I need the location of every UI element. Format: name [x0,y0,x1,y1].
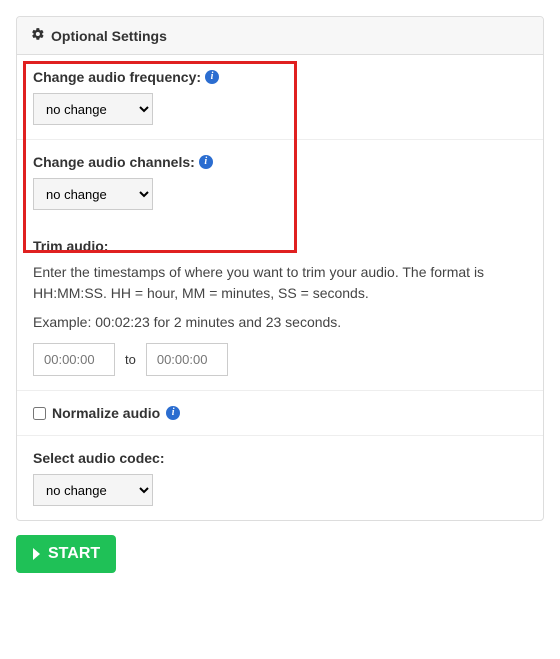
chevron-right-icon [32,547,42,561]
codec-select[interactable]: no change [33,474,153,506]
change-channels-label: Change audio channels: i [33,154,527,170]
trim-to-label: to [125,352,136,367]
panel-title: Optional Settings [51,28,167,44]
trim-example: Example: 00:02:23 for 2 minutes and 23 s… [33,312,527,333]
start-button[interactable]: START [16,535,116,573]
info-icon[interactable]: i [199,155,213,169]
highlighted-region: Change audio frequency: i no change Chan… [17,55,543,224]
codec-section: Select audio codec: no change [17,436,543,520]
panel-header: Optional Settings [17,17,543,55]
normalize-row[interactable]: Normalize audio i [33,405,527,421]
change-frequency-select[interactable]: no change [33,93,153,125]
change-channels-select[interactable]: no change [33,178,153,210]
gear-icon [31,27,45,44]
change-frequency-label: Change audio frequency: i [33,69,527,85]
info-icon[interactable]: i [166,406,180,420]
trim-description: Enter the timestamps of where you want t… [33,262,527,304]
normalize-label: Normalize audio [52,405,160,421]
trim-audio-section: Trim audio: Enter the timestamps of wher… [17,224,543,391]
change-channels-section: Change audio channels: i no change [17,140,543,224]
change-frequency-section: Change audio frequency: i no change [17,55,543,140]
normalize-section: Normalize audio i [17,391,543,436]
normalize-checkbox[interactable] [33,407,46,420]
trim-start-input[interactable] [33,343,115,376]
start-button-label: START [48,545,100,563]
optional-settings-panel: Optional Settings Change audio frequency… [16,16,544,521]
codec-label: Select audio codec: [33,450,527,466]
trim-end-input[interactable] [146,343,228,376]
info-icon[interactable]: i [205,70,219,84]
trim-audio-label: Trim audio: [33,238,527,254]
